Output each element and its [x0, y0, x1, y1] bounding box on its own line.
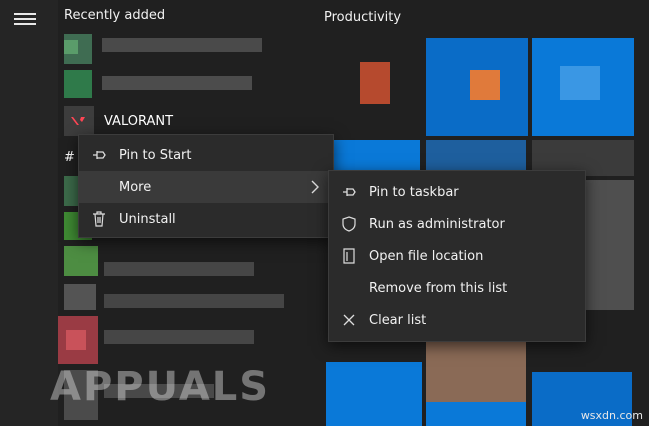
- uninstall-item[interactable]: Uninstall: [79, 203, 333, 235]
- remove-from-list-item[interactable]: Remove from this list: [329, 272, 585, 304]
- run-as-admin-label: Run as administrator: [369, 216, 505, 232]
- pin-icon: [329, 186, 369, 198]
- pin-to-start-item[interactable]: Pin to Start: [79, 139, 333, 171]
- more-label: More: [119, 179, 152, 195]
- uninstall-label: Uninstall: [119, 211, 176, 227]
- folder-icon: [329, 248, 369, 264]
- more-item[interactable]: More: [79, 171, 333, 203]
- pin-to-taskbar-item[interactable]: Pin to taskbar: [329, 176, 585, 208]
- pin-icon: [79, 149, 119, 161]
- hamburger-menu-icon[interactable]: [14, 10, 36, 26]
- appuals-watermark: APPUALS: [50, 364, 271, 410]
- start-left-rail: [0, 0, 58, 426]
- shield-icon: [329, 216, 369, 232]
- valorant-logo-icon: [71, 117, 85, 125]
- clear-list-label: Clear list: [369, 312, 427, 328]
- context-menu: Pin to Start More Uninstall: [78, 134, 334, 238]
- more-submenu: Pin to taskbar Run as administrator Open…: [328, 170, 586, 342]
- chevron-right-icon: [311, 180, 319, 198]
- valorant-app-label[interactable]: VALORANT: [104, 114, 173, 129]
- recently-added-header: Recently added: [64, 8, 166, 23]
- site-watermark: wsxdn.com: [580, 409, 643, 422]
- hash-group-header[interactable]: #: [64, 150, 75, 165]
- trash-icon: [79, 211, 119, 227]
- run-as-admin-item[interactable]: Run as administrator: [329, 208, 585, 240]
- clear-list-item[interactable]: Clear list: [329, 304, 585, 336]
- open-file-location-label: Open file location: [369, 248, 484, 264]
- open-file-location-item[interactable]: Open file location: [329, 240, 585, 272]
- productivity-header: Productivity: [324, 10, 402, 25]
- close-icon: [329, 314, 369, 326]
- valorant-app-icon[interactable]: [64, 106, 94, 136]
- pin-to-taskbar-label: Pin to taskbar: [369, 184, 459, 200]
- pin-to-start-label: Pin to Start: [119, 147, 192, 163]
- remove-from-list-label: Remove from this list: [369, 280, 508, 296]
